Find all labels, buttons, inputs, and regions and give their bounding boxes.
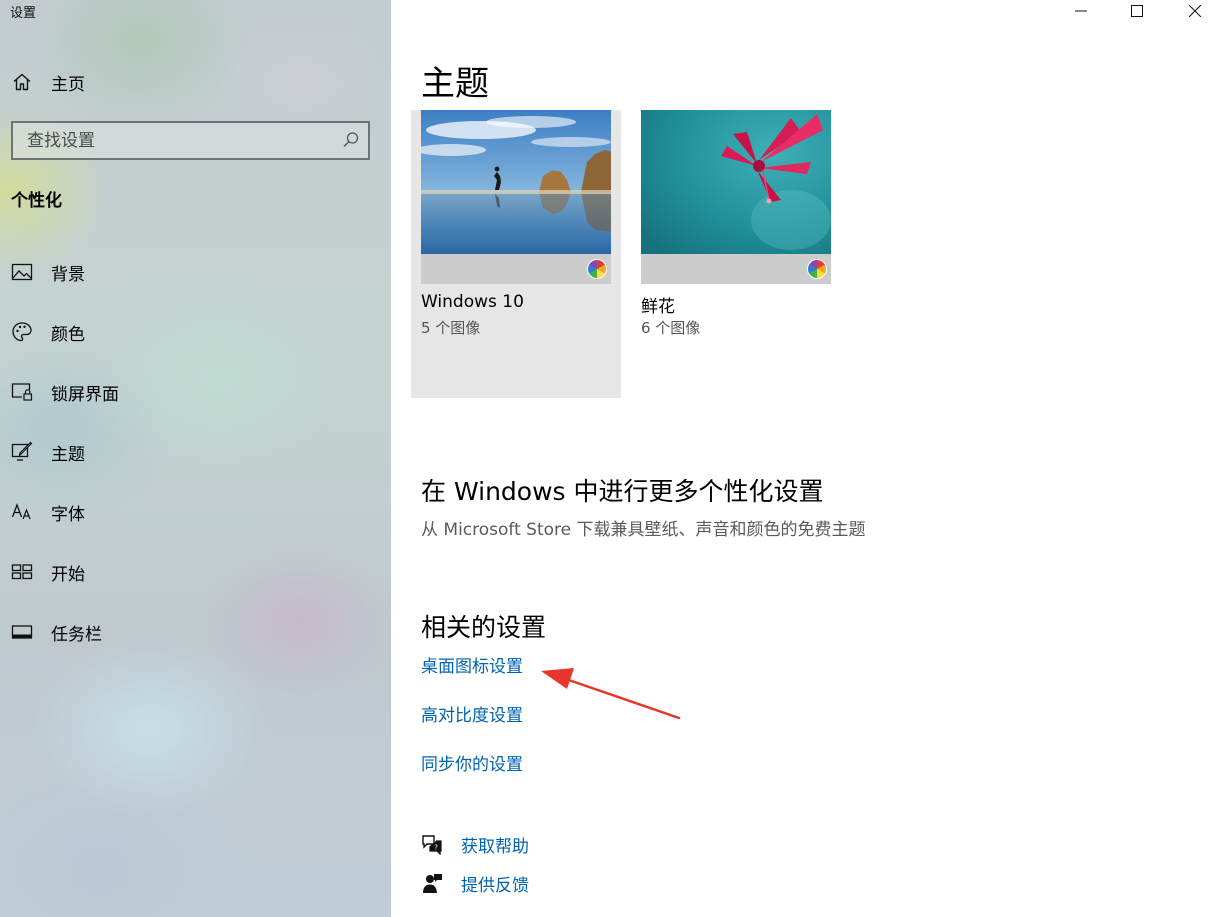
minimize-button[interactable] xyxy=(1052,0,1110,22)
more-personalization-description: 从 Microsoft Store 下载兼具壁纸、声音和颜色的免费主题 xyxy=(421,520,866,540)
theme-card-windows-10[interactable]: Windows 10 5 个图像 xyxy=(411,110,621,398)
get-help-label: 获取帮助 xyxy=(461,836,529,857)
close-icon xyxy=(1188,2,1202,21)
start-icon xyxy=(11,561,33,583)
theme-card-flowers[interactable]: 鲜花 6 个图像 xyxy=(631,110,841,398)
get-help-link[interactable]: ? 获取帮助 xyxy=(421,831,529,857)
sidebar-item-home[interactable]: 主页 xyxy=(0,62,391,102)
flower-wallpaper-image xyxy=(641,110,831,254)
sidebar-item-lock-screen[interactable]: 锁屏界面 xyxy=(0,372,391,412)
theme-thumbnail xyxy=(641,110,831,284)
theme-name: 鲜花 xyxy=(641,297,675,317)
sidebar-item-label: 任务栏 xyxy=(51,624,102,645)
sync-settings-link[interactable]: 同步你的设置 xyxy=(421,750,523,775)
maximize-icon xyxy=(1131,2,1143,21)
svg-text:?: ? xyxy=(434,844,438,852)
desktop-icon-settings-link[interactable]: 桌面图标设置 xyxy=(421,652,523,677)
sidebar-item-taskbar[interactable]: 任务栏 xyxy=(0,612,391,652)
sidebar: 设置 主页 个性化 背景 颜色 锁屏界面 主题 xyxy=(0,0,391,917)
theme-name: Windows 10 xyxy=(421,292,524,312)
color-wheel-icon xyxy=(807,259,827,279)
sidebar-item-themes[interactable]: 主题 xyxy=(0,432,391,472)
sidebar-item-label: 锁屏界面 xyxy=(51,384,119,405)
lock-screen-icon xyxy=(11,381,33,403)
sidebar-item-background[interactable]: 背景 xyxy=(0,252,391,292)
theme-thumbnail-bar xyxy=(421,254,611,284)
sidebar-item-label: 主题 xyxy=(51,444,85,465)
picture-icon xyxy=(11,261,33,283)
help-chat-icon: ? xyxy=(421,833,443,855)
sidebar-item-label: 开始 xyxy=(51,564,85,585)
search-box[interactable] xyxy=(11,121,370,160)
give-feedback-label: 提供反馈 xyxy=(461,875,529,896)
high-contrast-settings-link[interactable]: 高对比度设置 xyxy=(421,701,523,726)
palette-icon xyxy=(11,321,33,343)
font-icon xyxy=(11,501,33,523)
sidebar-item-colors[interactable]: 颜色 xyxy=(0,312,391,352)
theme-brush-icon xyxy=(11,441,33,463)
maximize-button[interactable] xyxy=(1108,0,1166,22)
section-title: 个性化 xyxy=(11,191,62,211)
close-button[interactable] xyxy=(1166,0,1210,22)
theme-image-count: 6 个图像 xyxy=(641,319,701,337)
theme-thumbnail xyxy=(421,110,611,284)
page-title: 主题 xyxy=(421,64,489,104)
beach-wallpaper-image xyxy=(421,110,611,254)
sidebar-item-label: 主页 xyxy=(51,74,85,95)
home-icon xyxy=(11,71,33,93)
give-feedback-link[interactable]: 提供反馈 xyxy=(421,870,529,896)
search-input[interactable] xyxy=(13,123,333,158)
sidebar-item-start[interactable]: 开始 xyxy=(0,552,391,592)
taskbar-icon xyxy=(11,621,33,643)
minimize-icon xyxy=(1075,2,1087,21)
related-settings-title: 相关的设置 xyxy=(421,613,547,642)
sidebar-item-label: 颜色 xyxy=(51,324,85,345)
search-icon[interactable] xyxy=(342,131,360,153)
main-content: 主题 Windows 10 5 个图像 鲜花 6 个图像 在 Windows 中… xyxy=(391,0,1210,917)
feedback-icon xyxy=(421,872,443,894)
color-wheel-icon xyxy=(587,259,607,279)
app-title: 设置 xyxy=(10,6,37,21)
more-personalization-title: 在 Windows 中进行更多个性化设置 xyxy=(421,477,824,506)
sidebar-item-fonts[interactable]: 字体 xyxy=(0,492,391,532)
sidebar-item-label: 字体 xyxy=(51,504,85,525)
sidebar-item-label: 背景 xyxy=(51,264,85,285)
theme-thumbnail-bar xyxy=(641,254,831,284)
theme-image-count: 5 个图像 xyxy=(421,319,481,337)
